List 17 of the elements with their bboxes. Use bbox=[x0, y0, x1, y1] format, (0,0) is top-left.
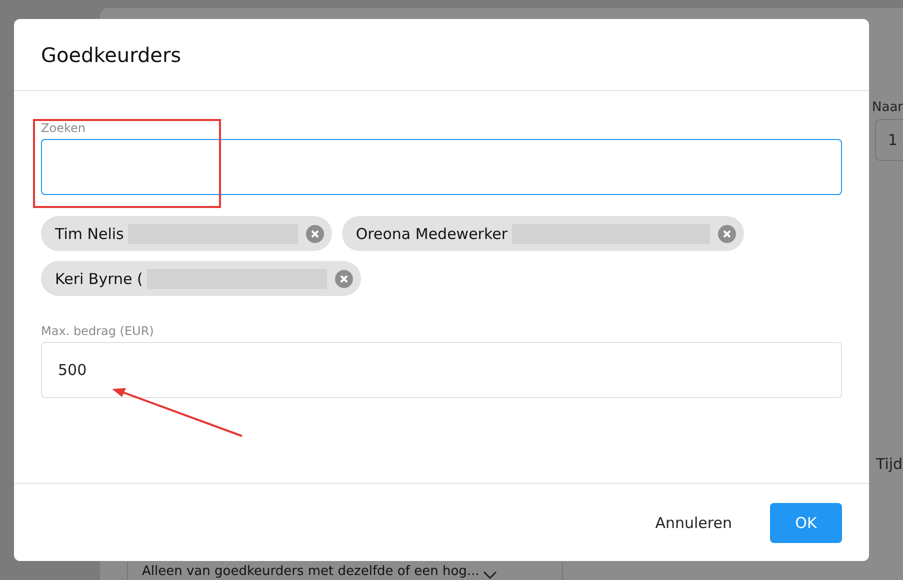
column-header: Tijd bbox=[875, 455, 903, 473]
remove-icon[interactable] bbox=[334, 270, 353, 288]
remove-icon[interactable] bbox=[718, 224, 736, 242]
cancel-button[interactable]: Annuleren bbox=[655, 502, 732, 542]
approver-chip[interactable]: Oreona Medewerker bbox=[342, 216, 744, 251]
amount-field[interactable]: 500 bbox=[41, 342, 842, 398]
field-label: Naar bbox=[871, 100, 903, 115]
chevron-down-icon bbox=[483, 570, 498, 580]
approver-chip[interactable]: Keri Byrne ( bbox=[41, 261, 361, 296]
remove-icon[interactable] bbox=[306, 224, 324, 242]
filter-dropdown[interactable]: Alleen van goedkeurders met dezelfde of een hog... bbox=[127, 562, 563, 580]
number-field[interactable]: 1 bbox=[875, 119, 903, 161]
search-label: Zoeken bbox=[41, 121, 86, 135]
dialog-title: Goedkeurders bbox=[41, 42, 182, 66]
approver-chip[interactable]: Tim Nelis bbox=[41, 216, 332, 251]
amount-label: Max. bedrag (EUR) bbox=[41, 324, 155, 338]
search-field[interactable] bbox=[41, 139, 842, 195]
